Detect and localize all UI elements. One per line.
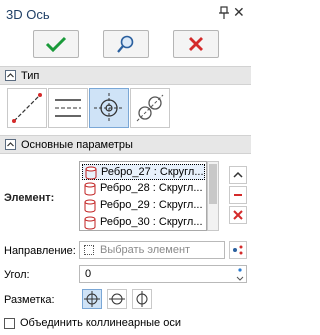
marking-both-button[interactable]: [82, 289, 102, 309]
list-item[interactable]: Ребро_29 : Скругл...: [82, 198, 205, 214]
merge-checkbox[interactable]: [4, 318, 15, 329]
type-axis-planes[interactable]: [48, 88, 88, 128]
marking-vertical-button[interactable]: [132, 289, 152, 309]
element-label: Элемент:: [4, 192, 55, 204]
axis-two-points-icon: [12, 93, 42, 123]
angle-label: Угол:: [4, 269, 30, 281]
marking-label: Разметка:: [4, 294, 55, 306]
ok-button[interactable]: [33, 30, 79, 58]
merge-label: Объединить коллинеарные оси: [20, 317, 181, 329]
collapse-icon[interactable]: [5, 139, 16, 150]
type-axis-two-points[interactable]: [7, 88, 47, 128]
list-item[interactable]: Ребро_27 : Скругл...: [82, 164, 205, 180]
type-section-header[interactable]: Тип: [0, 66, 251, 85]
cancel-button[interactable]: [173, 30, 219, 58]
select-element-icon: [84, 245, 94, 255]
edge-icon: [84, 182, 96, 196]
move-up-button[interactable]: [229, 166, 247, 184]
angle-field[interactable]: 0: [79, 265, 247, 283]
direction-field[interactable]: Выбрать элемент: [79, 241, 225, 259]
preview-button[interactable]: [103, 30, 149, 58]
axis-conical-icon: [94, 93, 124, 123]
direction-label: Направление:: [4, 245, 76, 257]
chevron-up-icon: [233, 171, 243, 178]
main-section-title: Основные параметры: [21, 139, 133, 151]
action-bar: [0, 30, 251, 62]
window-title: 3D Ось: [6, 7, 50, 22]
title-bar: 3D Ось ✕: [0, 0, 251, 28]
direction-placeholder: Выбрать элемент: [100, 244, 191, 256]
list-item[interactable]: Ребро_30 : Скругл...: [82, 215, 205, 230]
pin-icon[interactable]: [218, 6, 230, 20]
reverse-icon: [233, 245, 243, 255]
edge-icon: [84, 216, 96, 230]
element-list[interactable]: Ребро_27 : Скругл... Ребро_28 : Скругл..…: [79, 161, 207, 231]
type-axis-conical[interactable]: [89, 88, 129, 128]
clear-button[interactable]: [229, 206, 247, 224]
reverse-direction-button[interactable]: [229, 241, 247, 259]
marking-both-icon: [84, 291, 100, 307]
preview-icon: [117, 35, 134, 53]
remove-button[interactable]: [229, 186, 247, 204]
type-axis-edge[interactable]: [130, 88, 170, 128]
axis-edge-icon: [136, 94, 164, 122]
edge-icon: [85, 166, 97, 180]
ok-icon: [45, 36, 67, 53]
list-item[interactable]: Ребро_28 : Скругл...: [82, 181, 205, 197]
minus-icon: [234, 194, 242, 196]
spin-icon[interactable]: [236, 266, 244, 282]
list-scrollbar[interactable]: [207, 161, 219, 231]
axis-planes-icon: [55, 99, 81, 117]
marking-horizontal-button[interactable]: [107, 289, 127, 309]
delete-icon: [233, 210, 243, 220]
marking-vertical-icon: [136, 291, 148, 307]
cancel-icon: [189, 37, 203, 51]
marking-horizontal-icon: [109, 293, 125, 305]
close-icon[interactable]: ✕: [233, 4, 245, 20]
type-section-title: Тип: [21, 70, 40, 82]
angle-value: 0: [85, 268, 92, 280]
scroll-thumb[interactable]: [209, 164, 217, 204]
collapse-icon[interactable]: [5, 70, 16, 81]
edge-icon: [84, 199, 96, 213]
main-section-header[interactable]: Основные параметры: [0, 135, 251, 154]
